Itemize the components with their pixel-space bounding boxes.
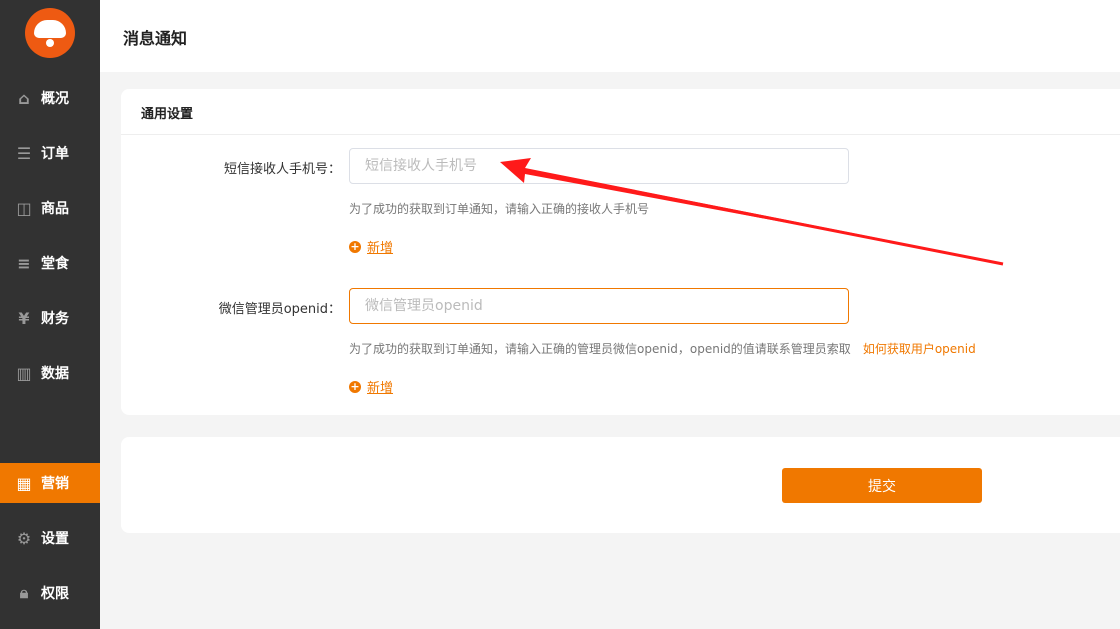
add-openid-button[interactable]: + 新增 bbox=[349, 377, 393, 396]
plus-circle-icon: + bbox=[349, 379, 361, 393]
phone-hint: 为了成功的获取到订单通知，请输入正确的接收人手机号 bbox=[349, 202, 650, 216]
grid-icon: ▦ bbox=[16, 473, 32, 493]
sidebar-item-marketing[interactable]: ▦ 营销 bbox=[0, 463, 100, 503]
page-header: 消息通知 bbox=[100, 0, 1120, 72]
sidebar-item-settings[interactable]: ⚙ 设置 bbox=[0, 518, 100, 558]
openid-input[interactable] bbox=[349, 288, 849, 324]
add-label: 新增 bbox=[367, 241, 394, 256]
add-label: 新增 bbox=[367, 381, 394, 396]
openid-label: 微信管理员openid： bbox=[218, 302, 341, 317]
add-phone-button[interactable]: + 新增 bbox=[349, 237, 393, 256]
sidebar-item-label: 堂食 bbox=[41, 256, 69, 272]
sidebar: ⌂ 概况 ☰ 订单 ◫ 商品 ≡ 堂食 ¥ 财务 ▥ 数据 ▦ 营销 ⚙ 设置 🔒︎ 权限 bbox=[0, 0, 100, 629]
sidebar-item-label: 营销 bbox=[41, 476, 69, 492]
wallet-icon: ¥ bbox=[18, 308, 30, 328]
section-title: 通用设置 bbox=[121, 89, 1120, 135]
openid-hint-text: 为了成功的获取到订单通知，请输入正确的管理员微信openid，openid的值请… bbox=[349, 342, 851, 356]
sidebar-item-label: 设置 bbox=[41, 531, 69, 547]
sidebar-item-finance[interactable]: ¥ 财务 bbox=[0, 298, 100, 338]
sidebar-item-dine-in[interactable]: ≡ 堂食 bbox=[0, 243, 100, 283]
page-title: 消息通知 bbox=[123, 29, 188, 48]
sidebar-item-permissions[interactable]: 🔒︎ 权限 bbox=[0, 573, 100, 613]
sidebar-item-data[interactable]: ▥ 数据 bbox=[0, 353, 100, 393]
bag-icon: ◫ bbox=[16, 198, 32, 218]
gear-icon: ⚙ bbox=[16, 528, 32, 548]
submit-button[interactable]: 提交 bbox=[782, 468, 982, 503]
lock-icon: 🔒︎ bbox=[19, 583, 29, 602]
submit-card: 提交 bbox=[121, 437, 1120, 533]
home-icon: ⌂ bbox=[18, 88, 30, 108]
sidebar-item-products[interactable]: ◫ 商品 bbox=[0, 188, 100, 228]
sidebar-item-label: 订单 bbox=[41, 146, 69, 162]
general-settings-card: 通用设置 短信接收人手机号： 为了成功的获取到订单通知，请输入正确的接收人手机号… bbox=[121, 89, 1120, 415]
logo bbox=[25, 8, 75, 58]
openid-hint: 为了成功的获取到订单通知，请输入正确的管理员微信openid，openid的值请… bbox=[349, 340, 976, 357]
sidebar-item-label: 概况 bbox=[41, 91, 69, 107]
chart-icon: ▥ bbox=[16, 363, 32, 383]
order-icon: ☰ bbox=[16, 143, 32, 163]
phone-label: 短信接收人手机号： bbox=[223, 162, 341, 177]
phone-input[interactable] bbox=[349, 148, 849, 184]
sidebar-item-orders[interactable]: ☰ 订单 bbox=[0, 133, 100, 173]
sidebar-item-label: 数据 bbox=[41, 366, 69, 382]
menu-icon: ≡ bbox=[17, 253, 31, 273]
sidebar-item-label: 财务 bbox=[41, 311, 69, 327]
sidebar-item-label: 商品 bbox=[41, 201, 69, 217]
plus-circle-icon: + bbox=[349, 239, 361, 253]
sidebar-item-label: 权限 bbox=[41, 586, 69, 602]
sidebar-item-overview[interactable]: ⌂ 概况 bbox=[0, 78, 100, 118]
openid-help-link[interactable]: 如何获取用户openid bbox=[863, 342, 976, 356]
